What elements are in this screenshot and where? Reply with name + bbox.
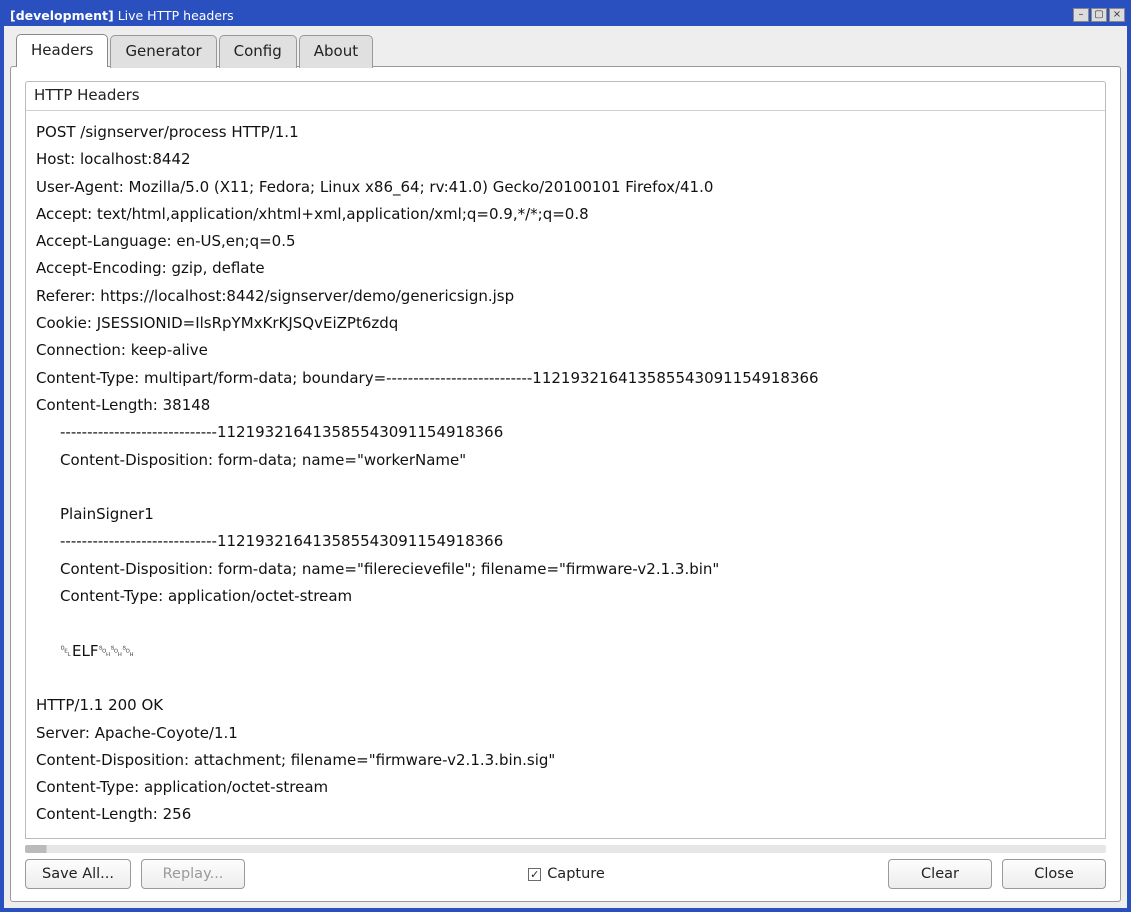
header-line[interactable]: Content-Length: 256 — [36, 801, 1095, 828]
header-line[interactable]: Content-Type: application/octet-stream — [36, 774, 1095, 801]
headers-panel: HTTP Headers POST /signserver/process HT… — [10, 66, 1121, 902]
maximize-button[interactable]: ▢ — [1091, 8, 1107, 22]
headers-scroll[interactable]: POST /signserver/process HTTP/1.1Host: l… — [25, 111, 1106, 839]
header-line[interactable]: Content-Disposition: attachment; filenam… — [36, 747, 1095, 774]
header-line[interactable] — [36, 665, 1095, 692]
header-line[interactable]: Content-Length: 38148 — [36, 392, 1095, 419]
header-line[interactable]: Referer: https://localhost:8442/signserv… — [36, 283, 1095, 310]
header-line[interactable]: PlainSigner1 — [36, 501, 1095, 528]
header-line[interactable]: Accept: text/html,application/xhtml+xml,… — [36, 201, 1095, 228]
close-window-button[interactable]: × — [1109, 8, 1125, 22]
bottom-toolbar: Save All... Replay... ✓ Capture Clear Cl… — [25, 859, 1106, 889]
tab-config[interactable]: Config — [219, 35, 297, 68]
header-line[interactable]: ␡ELF␁␁␁ — [36, 638, 1095, 665]
checkbox-icon: ✓ — [528, 868, 541, 881]
header-line[interactable]: Content-Type: application/octet-stream — [36, 583, 1095, 610]
header-line[interactable]: User-Agent: Mozilla/5.0 (X11; Fedora; Li… — [36, 174, 1095, 201]
app-window: [development] Live HTTP headers – ▢ × He… — [0, 0, 1131, 912]
horizontal-scrollbar[interactable] — [25, 845, 1106, 853]
header-line[interactable] — [36, 610, 1095, 637]
clear-button[interactable]: Clear — [888, 859, 992, 889]
content-area: HeadersGeneratorConfigAbout HTTP Headers… — [4, 26, 1127, 908]
tab-bar: HeadersGeneratorConfigAbout — [16, 34, 1121, 67]
tab-about[interactable]: About — [299, 35, 373, 68]
header-line[interactable]: POST /signserver/process HTTP/1.1 — [36, 119, 1095, 146]
header-line[interactable]: Accept-Encoding: gzip, deflate — [36, 255, 1095, 282]
window-controls: – ▢ × — [1073, 8, 1125, 22]
header-line[interactable]: -----------------------------11219321641… — [36, 528, 1095, 555]
header-line[interactable]: Accept-Language: en-US,en;q=0.5 — [36, 228, 1095, 255]
header-line[interactable]: Cookie: JSESSIONID=IlsRpYMxKrKJSQvEiZPt6… — [36, 310, 1095, 337]
replay-button[interactable]: Replay... — [141, 859, 245, 889]
section-title: HTTP Headers — [25, 81, 1106, 111]
header-line[interactable] — [36, 474, 1095, 501]
header-line[interactable]: HTTP/1.1 200 OK — [36, 692, 1095, 719]
save-all-button[interactable]: Save All... — [25, 859, 131, 889]
header-line[interactable]: Content-Disposition: form-data; name="wo… — [36, 447, 1095, 474]
header-line[interactable]: Content-Disposition: form-data; name="fi… — [36, 556, 1095, 583]
close-button[interactable]: Close — [1002, 859, 1106, 889]
capture-label: Capture — [547, 866, 605, 882]
title-text: Live HTTP headers — [118, 8, 234, 23]
tab-headers[interactable]: Headers — [16, 34, 108, 67]
tab-generator[interactable]: Generator — [110, 35, 216, 68]
header-line[interactable]: Host: localhost:8442 — [36, 146, 1095, 173]
titlebar[interactable]: [development] Live HTTP headers – ▢ × — [4, 4, 1127, 26]
capture-checkbox[interactable]: ✓ Capture — [528, 866, 605, 882]
header-line[interactable]: Content-Type: multipart/form-data; bound… — [36, 365, 1095, 392]
headers-content[interactable]: POST /signserver/process HTTP/1.1Host: l… — [26, 111, 1105, 838]
minimize-button[interactable]: – — [1073, 8, 1089, 22]
title-prefix: [development] — [10, 8, 114, 23]
header-line[interactable]: Connection: keep-alive — [36, 337, 1095, 364]
header-line[interactable]: Server: Apache-Coyote/1.1 — [36, 720, 1095, 747]
header-line[interactable]: -----------------------------11219321641… — [36, 419, 1095, 446]
